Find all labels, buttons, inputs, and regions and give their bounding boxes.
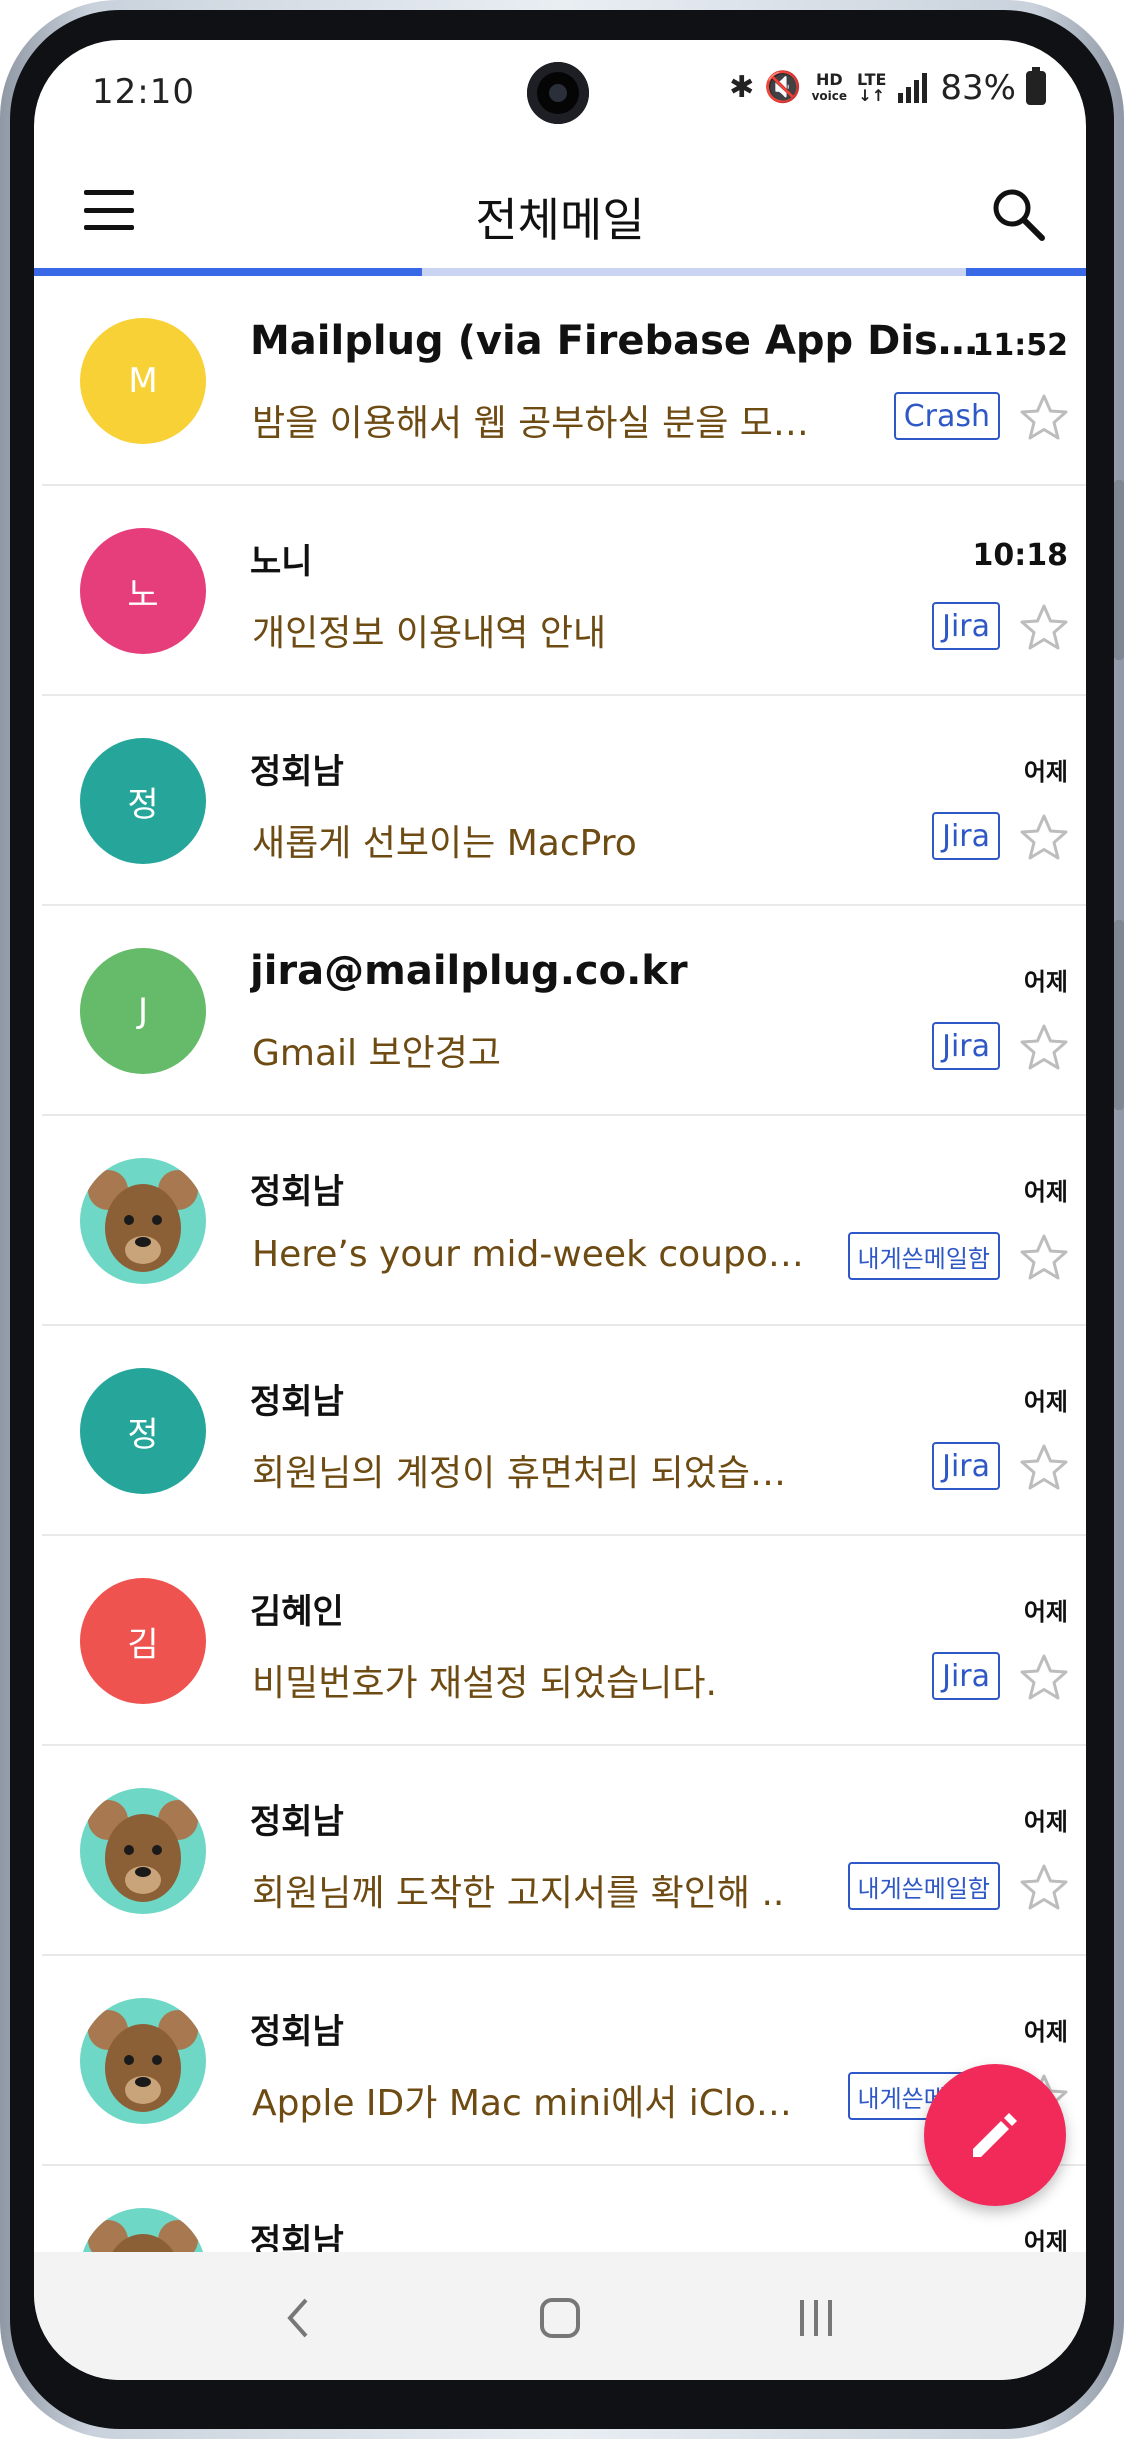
email-date: 어제 (1023, 2018, 1068, 2046)
status-icons: ✱ 🔇 HD voice LTE ↓↑ 83% (729, 67, 1046, 108)
email-sender: Mailplug (via Firebase App Distri... (250, 318, 990, 364)
email-list: M Mailplug (via Firebase App Distri... 11:… (34, 276, 1086, 2376)
search-icon[interactable] (990, 186, 1046, 242)
mute-icon: 🔇 (764, 70, 802, 105)
avatar: M (80, 318, 206, 444)
screen: 12:10 ✱ 🔇 HD voice LTE ↓↑ 83% 전체메일 M Mai… (34, 40, 1086, 2380)
email-subject: 새롭게 선보이는 MacPro (252, 823, 637, 864)
email-date: 10:18 (972, 538, 1069, 573)
avatar: 정 (80, 1368, 206, 1494)
compose-button[interactable] (924, 2064, 1066, 2206)
email-sender: 정회남 (250, 1802, 344, 1842)
volume-button (1114, 480, 1124, 660)
email-subject: Apple ID가 Mac mini에서 iCloud .. (252, 2083, 812, 2124)
star-icon[interactable] (1018, 392, 1070, 444)
email-date: 어제 (1023, 1388, 1068, 1416)
battery-percent: 83% (940, 68, 1016, 108)
avatar: 정 (80, 738, 206, 864)
email-label-tag: Jira (932, 1652, 1000, 1700)
star-icon[interactable] (1018, 1652, 1070, 1704)
email-sender: 정회남 (250, 2012, 344, 2052)
email-subject: 개인정보 이용내역 안내 (252, 613, 607, 654)
status-time: 12:10 (92, 72, 195, 112)
star-icon[interactable] (1018, 602, 1070, 654)
email-date: 11:52 (972, 328, 1069, 363)
email-sender: 정회남 (250, 1382, 344, 1422)
app-header: 전체메일 (34, 160, 1086, 260)
email-label-tag: Jira (932, 1442, 1000, 1490)
status-bar: 12:10 ✱ 🔇 HD voice LTE ↓↑ 83% (34, 40, 1086, 150)
avatar: 김 (80, 1578, 206, 1704)
email-subject: Gmail 보안경고 (252, 1033, 501, 1074)
system-nav-bar (34, 2252, 1086, 2380)
star-icon[interactable] (1018, 1022, 1070, 1074)
lte-icon: LTE ↓↑ (857, 70, 887, 105)
email-row[interactable]: 정 정회남 어제회원님의 계정이 휴면처리 되었습니다. Jira (42, 1326, 1086, 1536)
email-row[interactable]: 정 정회남 어제새롭게 선보이는 MacPro Jira (42, 696, 1086, 906)
email-row[interactable]: 정회남 어제 Here’s your mid-week coupon, .. 내게쓴메… (42, 1116, 1086, 1326)
avatar (80, 1998, 206, 2124)
email-date: 어제 (1023, 1808, 1068, 1836)
pencil-icon (973, 2113, 1017, 2157)
avatar (80, 1158, 206, 1284)
page-title: 전체메일 (475, 193, 645, 247)
email-subject: Here’s your mid-week coupon, .. (252, 1234, 812, 1275)
star-icon[interactable] (1018, 1232, 1070, 1284)
email-sender: 노니 (250, 542, 313, 582)
email-label-tag: Crash (893, 392, 1000, 440)
email-date: 어제 (1023, 968, 1068, 996)
email-row[interactable]: Jjira@mailplug.co.kr 어제 Gmail 보안경고 Jira (42, 906, 1086, 1116)
email-subject: 밤을 이용해서 웹 공부하실 분을 모집.. (252, 403, 812, 444)
star-icon[interactable] (1018, 1862, 1070, 1914)
hd-voice-icon: HD voice (811, 70, 848, 104)
power-button (1114, 920, 1124, 1110)
email-subject: 비밀번호가 재설정 되었습니다. (252, 1663, 717, 1704)
avatar: 노 (80, 528, 206, 654)
email-date: 어제 (1023, 1178, 1068, 1206)
home-icon[interactable] (530, 2288, 590, 2348)
email-label-tag: Jira (932, 812, 1000, 860)
email-sender: 정회남 (250, 1172, 344, 1212)
email-date: 어제 (1023, 1598, 1068, 1626)
email-sender: jira@mailplug.co.kr (250, 948, 688, 994)
avatar (80, 1788, 206, 1914)
email-row[interactable]: 노 노니 10:18 개인정보 이용내역 안내 Jira (42, 486, 1086, 696)
star-icon[interactable] (1018, 1442, 1070, 1494)
email-label-tag: 내게쓴메일함 (847, 1862, 1000, 1910)
email-subject: 회원님의 계정이 휴면처리 되었습니다. (252, 1453, 812, 1494)
front-camera (527, 62, 589, 124)
star-icon[interactable] (1018, 812, 1070, 864)
email-label-tag: 내게쓴메일함 (847, 1232, 1000, 1280)
avatar: J (80, 948, 206, 1074)
email-row[interactable]: 정회남 어제회원님께 도착한 고지서를 확인해 .. 내게쓴메일함 (42, 1746, 1086, 1956)
signal-icon (898, 73, 928, 103)
email-subject: 회원님께 도착한 고지서를 확인해 .. (252, 1873, 785, 1914)
back-icon[interactable] (270, 2288, 330, 2348)
email-label-tag: Jira (932, 1022, 1000, 1070)
recents-icon[interactable] (786, 2288, 846, 2348)
loading-progress-bar (34, 268, 1086, 276)
email-date: 어제 (1023, 758, 1068, 786)
email-label-tag: Jira (932, 602, 1000, 650)
email-sender: 정회남 (250, 752, 344, 792)
email-sender: 김혜인 (250, 1592, 344, 1632)
email-row[interactable]: 김 김혜인 어제비밀번호가 재설정 되었습니다. Jira (42, 1536, 1086, 1746)
bluetooth-icon: ✱ (729, 70, 755, 105)
email-row[interactable]: M Mailplug (via Firebase App Distri... 11:… (42, 276, 1086, 486)
battery-icon (1026, 67, 1046, 105)
